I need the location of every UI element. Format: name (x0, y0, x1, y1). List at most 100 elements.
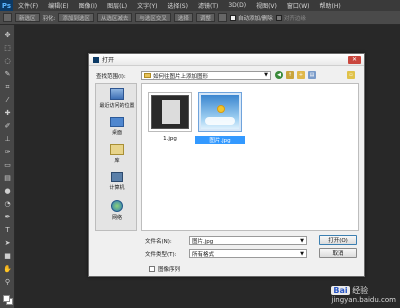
menu-image[interactable]: 图像(I) (74, 1, 102, 10)
view-menu-icon[interactable]: ▤ (308, 71, 316, 79)
menu-window[interactable]: 窗口(W) (282, 1, 315, 10)
dodge-tool-icon[interactable]: ◔ (3, 200, 12, 208)
eyedropper-tool-icon[interactable]: ⁄ (3, 96, 12, 104)
look-in-select[interactable]: 如何往图片上添加图形 ▼ (141, 71, 271, 80)
look-in-label: 查找范围(I): (96, 74, 126, 80)
toolbox: ✥ ⬚ ◌ ✎ ⌗ ⁄ ✚ ✐ ⊥ ✑ ▭ ▤ ● ◔ ✒ T ➤ ■ ✋ ⚲ (0, 25, 15, 308)
quick-select-tool-icon[interactable]: ✎ (3, 70, 12, 78)
type-tool-icon[interactable]: T (3, 226, 12, 234)
selection-mode-select[interactable]: 新选区 (15, 13, 40, 22)
sky-thumbnail-image (201, 95, 239, 129)
filetype-select[interactable]: 所有格式 ▼ (189, 249, 307, 258)
network-icon (111, 200, 123, 212)
computer-icon (111, 172, 123, 182)
hand-tool-icon[interactable]: ✋ (3, 265, 12, 273)
shape-tool-icon[interactable]: ■ (3, 252, 12, 260)
watermark-url: jingyan.baidu.com (331, 296, 396, 304)
options-bar: 新选区 羽化: 添加到选区 从选区减去 与选区交叉 选择 调整 自动添加/删除 … (0, 11, 400, 25)
screenshot-thumbnail-image (151, 95, 189, 129)
menu-edit[interactable]: 编辑(E) (43, 1, 73, 10)
pen-tool-icon[interactable]: ✒ (3, 213, 12, 221)
move-tool-icon[interactable]: ✥ (3, 31, 12, 39)
healing-tool-icon[interactable]: ✚ (3, 109, 12, 117)
select-button[interactable]: 选择 (173, 13, 193, 22)
new-folder-icon[interactable]: + (297, 71, 305, 79)
menu-help[interactable]: 帮助(H) (315, 1, 346, 10)
path-select-tool-icon[interactable]: ➤ (3, 239, 12, 247)
menu-filter[interactable]: 滤镜(T) (193, 1, 223, 10)
stamp-tool-icon[interactable]: ⊥ (3, 135, 12, 143)
filetype-value: 所有格式 (192, 251, 215, 258)
intersect-selection-button[interactable]: 与选区交叉 (135, 13, 171, 22)
place-desktop[interactable]: 桌面 (96, 117, 138, 136)
blur-tool-icon[interactable]: ● (3, 187, 12, 195)
gear-icon[interactable] (217, 13, 227, 22)
gradient-tool-icon[interactable]: ▤ (3, 174, 12, 182)
align-edges-checkbox[interactable] (275, 14, 282, 21)
eraser-tool-icon[interactable]: ▭ (3, 161, 12, 169)
folder-icon (144, 73, 151, 78)
place-network[interactable]: 网络 (96, 200, 138, 221)
image-sequence-checkbox[interactable] (149, 266, 155, 272)
place-desktop-label: 桌面 (111, 130, 122, 136)
file-thumbnail-2[interactable] (198, 92, 242, 132)
open-dialog: 打开 ✕ 查找范围(I): 如何往图片上添加图形 ▼ ◀ ↑ + ▤ ▫ 最近访… (88, 53, 365, 277)
look-in-value: 如何往图片上添加图形 (153, 73, 209, 80)
history-brush-tool-icon[interactable]: ✑ (3, 148, 12, 156)
library-icon (110, 144, 124, 155)
menu-file[interactable]: 文件(F) (13, 1, 43, 10)
place-library[interactable]: 库 (96, 144, 138, 164)
filename-label: 文件名(N): (145, 239, 172, 245)
place-recent[interactable]: 最近访问的位置 (96, 88, 138, 109)
tool-preset-icon[interactable] (3, 13, 12, 22)
brush-tool-icon[interactable]: ✐ (3, 122, 12, 130)
file-list: 1.jpg 图片.jpg (141, 83, 359, 231)
thumbnail-dialog-shape (162, 100, 180, 124)
chevron-down-icon: ▼ (264, 72, 268, 78)
up-folder-icon[interactable]: ↑ (286, 71, 294, 79)
chevron-down-icon: ▼ (300, 238, 304, 244)
foreground-color-swatch[interactable] (3, 295, 10, 302)
marquee-tool-icon[interactable]: ⬚ (3, 44, 12, 52)
open-button[interactable]: 打开(O) (319, 235, 357, 245)
menu-type[interactable]: 文字(Y) (132, 1, 162, 10)
file-name-1[interactable]: 1.jpg (145, 136, 195, 142)
folder-icon[interactable]: ▫ (347, 71, 355, 79)
menu-view[interactable]: 视图(V) (251, 1, 282, 10)
crop-tool-icon[interactable]: ⌗ (3, 83, 12, 91)
cloud-shape (205, 117, 235, 125)
file-thumbnail-1[interactable] (148, 92, 192, 132)
menu-layer[interactable]: 图层(L) (102, 1, 132, 10)
close-button[interactable]: ✕ (348, 56, 361, 64)
baidu-logo: Bai (331, 286, 350, 295)
chevron-down-icon: ▼ (300, 251, 304, 257)
place-computer-label: 计算机 (109, 185, 125, 191)
auto-add-checkbox[interactable] (229, 14, 236, 21)
sun-flower-shape (217, 105, 225, 113)
cancel-button[interactable]: 取消 (319, 248, 357, 258)
place-recent-label: 最近访问的位置 (99, 103, 135, 109)
auto-add-label: 自动添加/删除 (237, 15, 273, 22)
filetype-label: 文件类型(T): (145, 252, 177, 258)
dialog-title: 打开 (102, 57, 115, 64)
baidu-watermark: Bai 经验 jingyan.baidu.com (331, 285, 396, 304)
lasso-tool-icon[interactable]: ◌ (3, 57, 12, 65)
dialog-titlebar: 打开 (89, 54, 364, 66)
places-bar: 最近访问的位置 桌面 库 计算机 网络 (95, 83, 137, 231)
zoom-tool-icon[interactable]: ⚲ (3, 278, 12, 286)
adjust-button[interactable]: 调整 (195, 13, 215, 22)
subtract-selection-button[interactable]: 从选区减去 (96, 13, 133, 22)
menu-3d[interactable]: 3D(D) (223, 2, 251, 9)
place-library-label: 库 (114, 158, 120, 164)
menu-bar: Ps 文件(F) 编辑(E) 图像(I) 图层(L) 文字(Y) 选择(S) 滤… (0, 0, 400, 11)
place-computer[interactable]: 计算机 (96, 172, 138, 191)
filename-input[interactable]: 图片.jpg ▼ (189, 236, 307, 245)
recent-places-icon (110, 88, 124, 100)
desktop-icon (110, 117, 124, 127)
watermark-text: 经验 (352, 286, 369, 295)
photoshop-logo: Ps (0, 0, 13, 11)
menu-select[interactable]: 选择(S) (162, 1, 193, 10)
file-name-2[interactable]: 图片.jpg (195, 136, 245, 144)
add-selection-button[interactable]: 添加到选区 (58, 13, 94, 22)
back-icon[interactable]: ◀ (275, 71, 283, 79)
